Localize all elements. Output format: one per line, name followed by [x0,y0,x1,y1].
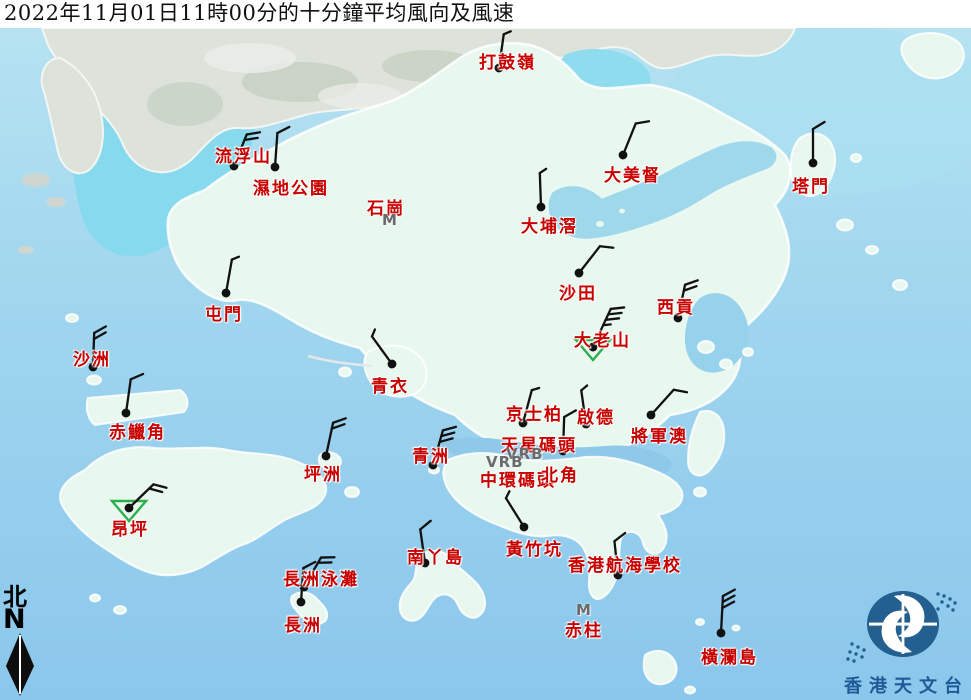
soko-islet [114,606,126,614]
tung-lung-islet [694,488,706,497]
compass: 北 N [3,584,43,700]
hko-logo-icon [834,584,971,666]
title-bar: 2022年11月01日11時00分的十分鐘平均風向及風速 [0,0,971,28]
sai-kung-islet [698,341,714,353]
compass-north-en: N [3,608,43,632]
ma-wan-island [339,368,351,377]
po-toi-island [644,651,677,684]
weather-map-screen: 打鼓嶺流浮山濕地公園石崗M大美督塔門大埔滘沙田西貢大老山屯門沙洲赤鱲角青衣坪洲青… [0,0,971,700]
sai-kung-islet [743,348,753,356]
hei-ling-chau [345,487,359,497]
station-dot [809,159,818,168]
tolo-islet [596,221,604,227]
compass-needle-icon [3,632,39,698]
sai-kung-islet [720,360,732,369]
waglan-islet [696,619,704,625]
mirs-bay-islet [893,280,907,290]
hko-logo-name-zh: 香港天文台 [833,672,971,698]
hko-logo: 香港天文台 HONG KONG OBSERVATORY [833,584,971,700]
lung-kwu-chau [66,314,78,322]
sha-chau-island [87,376,101,385]
mirs-bay-islet [837,220,853,231]
po-toi-islet [685,687,695,694]
soko-islet [90,595,100,602]
tolo-islet [619,209,625,214]
mirs-bay-islet [866,246,878,254]
map-title: 2022年11月01日11時00分的十分鐘平均風向及風速 [0,0,971,27]
hong-kong-map [0,0,971,700]
mirs-bay-islet [851,154,861,162]
waglan-islet [733,626,740,631]
